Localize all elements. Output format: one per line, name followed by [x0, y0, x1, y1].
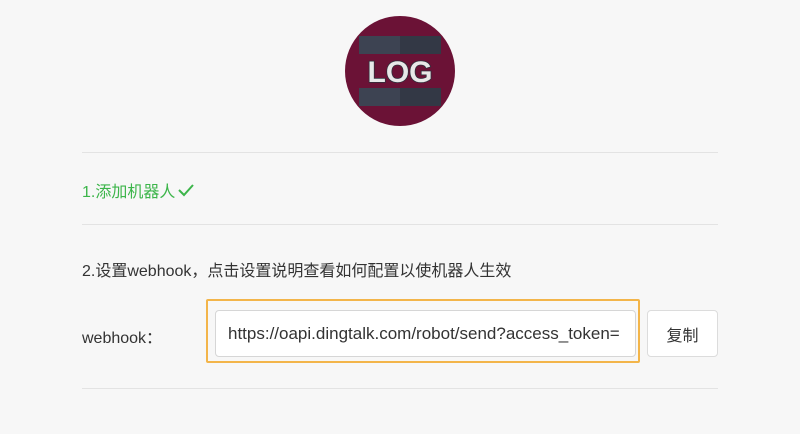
webhook-label: webhook：: [82, 330, 163, 347]
copy-button[interactable]: 复制: [647, 310, 718, 357]
webhook-url-input[interactable]: [215, 310, 636, 357]
divider: [82, 388, 718, 389]
log-logo: LOG: [345, 16, 455, 126]
log-logo-icon: LOG: [345, 16, 455, 126]
logo-text: LOG: [368, 56, 433, 89]
checkmark-icon: [178, 184, 195, 197]
divider: [82, 224, 718, 225]
divider: [82, 152, 718, 153]
step-1: 1.添加机器人: [82, 178, 195, 202]
step-2-instruction: 2.设置webhook，点击设置说明查看如何配置以使机器人生效: [82, 263, 512, 280]
step-1-label: 1.添加机器人: [82, 184, 176, 201]
